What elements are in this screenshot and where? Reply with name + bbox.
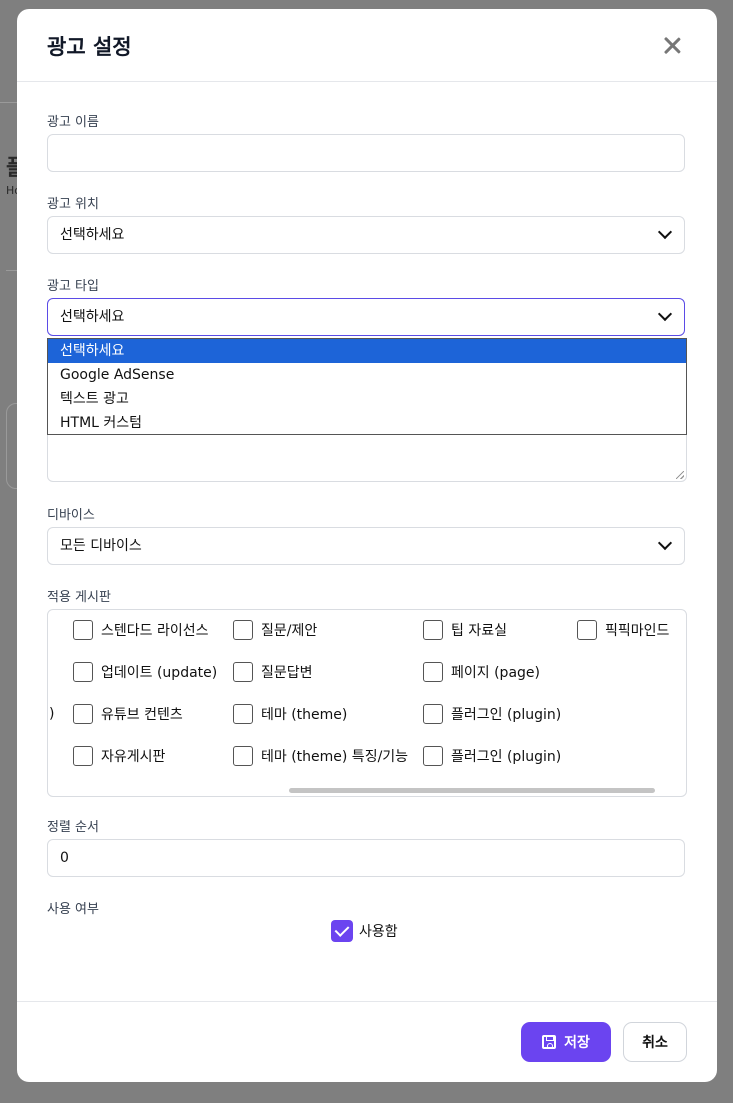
board-checkbox-item[interactable]: 질문/제안: [233, 620, 317, 640]
ad-code-textarea[interactable]: [47, 429, 687, 482]
board-label: 유튜브 컨텐츠: [101, 707, 183, 723]
checkbox[interactable]: [423, 704, 443, 724]
board-label: 픽픽마인드: [605, 623, 670, 639]
board-label: 테마 (theme): [261, 707, 348, 723]
checkbox[interactable]: [423, 662, 443, 682]
modal-header: 광고 설정: [17, 9, 717, 82]
board-checkbox-item[interactable]: 팁 자료실: [423, 620, 507, 640]
board-label: 팁 자료실: [451, 623, 507, 639]
use-status-checkbox-label: 사용함: [359, 924, 398, 940]
checkbox[interactable]: [73, 704, 93, 724]
board-checkbox-item[interactable]: 질문답변: [233, 662, 313, 682]
horizontal-scrollbar[interactable]: [289, 788, 655, 793]
board-label: 플러그인 (plugin): [451, 749, 562, 765]
device-select[interactable]: 모든 디바이스: [47, 527, 685, 565]
ad-type-option[interactable]: HTML 커스텀: [48, 411, 686, 435]
ad-type-select[interactable]: 선택하세요: [47, 298, 685, 336]
background-divider: [0, 102, 17, 103]
checkbox[interactable]: [577, 620, 597, 640]
checkbox-checked[interactable]: [331, 920, 353, 942]
board-label: 업데이트 (update): [101, 665, 218, 681]
board-checkbox-item[interactable]: 테마 (theme) 특징/기능: [233, 746, 408, 766]
checkbox[interactable]: [73, 662, 93, 682]
chevron-down-icon: [657, 224, 673, 240]
board-label: 질문/제안: [261, 623, 318, 639]
checkbox[interactable]: [423, 620, 443, 640]
ad-name-label: 광고 이름: [47, 115, 99, 130]
device-value: 모든 디바이스: [60, 538, 142, 554]
cancel-button[interactable]: 취소: [623, 1022, 687, 1062]
footer-divider: [17, 1001, 717, 1002]
background-divider: [6, 270, 17, 271]
ad-type-option[interactable]: 선택하세요: [48, 339, 686, 363]
board-label: 스텐다드 라이선스: [101, 623, 209, 639]
save-button[interactable]: 저장: [521, 1022, 611, 1062]
board-checkbox-item[interactable]: 픽픽마인드: [577, 620, 669, 640]
board-checkbox-item[interactable]: 플러그인 (plugin): [423, 746, 561, 766]
board-label: 플러그인 (plugin): [451, 707, 562, 723]
board-checkbox-item[interactable]: 테마 (theme): [233, 704, 347, 724]
board-checkbox-item[interactable]: 유튜브 컨텐츠: [73, 704, 183, 724]
ad-type-label: 광고 타입: [47, 279, 99, 294]
checkbox[interactable]: [423, 746, 443, 766]
close-icon[interactable]: [663, 36, 681, 54]
board-checkbox-item[interactable]: 플러그인 (plugin): [423, 704, 561, 724]
board-label: 페이지 (page): [451, 665, 540, 681]
board-checkbox-item[interactable]: 자유게시판: [73, 746, 165, 766]
ad-position-label: 광고 위치: [47, 197, 99, 212]
checkbox[interactable]: [233, 746, 253, 766]
board-checkbox-item[interactable]: 업데이트 (update): [73, 662, 217, 682]
board-label: 테마 (theme) 특징/기능: [261, 749, 409, 765]
checkbox[interactable]: [73, 746, 93, 766]
sort-order-label: 정렬 순서: [47, 820, 99, 835]
board-checkbox-item[interactable]: 페이지 (page): [423, 662, 540, 682]
ad-type-option[interactable]: Google AdSense: [48, 363, 686, 387]
chevron-down-icon: [657, 535, 673, 551]
save-icon: [542, 1035, 557, 1049]
checkbox[interactable]: [233, 704, 253, 724]
device-label: 디바이스: [47, 508, 95, 523]
chevron-down-icon: [657, 306, 673, 322]
boards-label: 적용 게시판: [47, 590, 111, 605]
sort-order-input[interactable]: 0: [47, 839, 685, 877]
modal-title: 광고 설정: [47, 35, 132, 59]
use-status-checkbox-item[interactable]: 사용함: [331, 920, 398, 942]
board-checkbox-item[interactable]: 스텐다드 라이선스: [73, 620, 209, 640]
ad-type-dropdown: 선택하세요 Google AdSense 텍스트 광고 HTML 커스텀: [47, 338, 687, 435]
clipped-board-label: ): [49, 706, 55, 722]
ad-type-option[interactable]: 텍스트 광고: [48, 387, 686, 411]
ad-settings-modal: 광고 설정 광고 이름 광고 위치 선택하세요 광고 타입 선택하세요 선택하세…: [17, 9, 717, 1082]
ad-position-value: 선택하세요: [60, 227, 125, 243]
use-status-label: 사용 여부: [47, 902, 99, 917]
checkbox[interactable]: [233, 620, 253, 640]
save-button-label: 저장: [564, 1035, 590, 1051]
ad-position-select[interactable]: 선택하세요: [47, 216, 685, 254]
ad-name-input[interactable]: [47, 134, 685, 172]
ad-type-value: 선택하세요: [60, 309, 125, 325]
board-label: 질문답변: [261, 665, 313, 681]
board-label: 자유게시판: [101, 749, 166, 765]
checkbox[interactable]: [73, 620, 93, 640]
resize-grip-icon[interactable]: [676, 471, 684, 479]
checkbox[interactable]: [233, 662, 253, 682]
